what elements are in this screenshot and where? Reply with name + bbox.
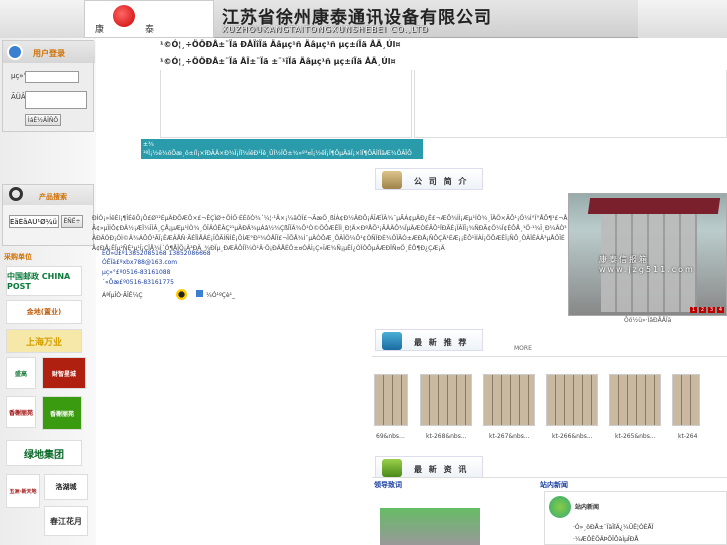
login-title: 用户登录 [33,49,65,58]
search-title: 产品搜索 [39,193,67,201]
buyer-logo-greenland[interactable]: 绿地集团 [6,440,82,466]
key-icon [7,44,23,60]
product-thumb-4[interactable] [546,374,598,426]
arrow-icon [382,332,402,350]
station-news-badge-text: 站内新闻 [575,504,600,511]
product-label-5[interactable]: kt-265&nbs... [615,433,656,440]
content-frame-left [160,70,412,138]
buyer-logo-caizhi[interactable]: 财智星城 [42,357,86,389]
contact-email: ÓÊÏä£ºxbx788@163.com [102,259,178,266]
product-nav-line-1[interactable]: ¹©Ó¦¸÷ÖÖÐÅ±¨Ïä ÐÅÏîÏä Äâµç¹ñ Äâµç¹ñ µç±í… [160,40,400,49]
qq-penguin-icon[interactable] [176,289,187,300]
contact-fax: ´«Õæ£º0516-83161775 [102,279,174,286]
mailbox-roof [587,198,721,214]
logo-text-right: 泰 [145,25,155,35]
slide-page-1[interactable]: 1 [690,307,697,313]
product-thumb-3[interactable] [483,374,535,426]
company-english-name: XUZHOUKANGTAITONGXUNSHEBEI CO.,LTD [222,25,429,34]
product-thumb-2[interactable] [420,374,472,426]
news-item-2[interactable]: ·¼ÆÕÊÕÄÞÕÏÔàÌµÏÐÅ [573,536,638,543]
username-input[interactable] [25,71,79,83]
photo-watermark: 康泰信报箱 www.jzg511.com [599,255,695,274]
news-section-header: 最 新 资 讯 [375,456,483,478]
search-button[interactable]: ËÑË÷ [61,215,83,228]
product-label-2[interactable]: kt-268&nbs... [426,433,467,440]
product-label-3[interactable]: kt-267&nbs... [489,433,530,440]
product-thumb-6[interactable] [672,374,700,426]
buyer-logo-chunjiang[interactable]: 春江花月 [44,506,88,536]
company-banner: 江苏省徐州康泰通讯设备有限公司 XUZHOUKANGTAITONGXUNSHEB… [214,0,638,38]
station-news-panel: 站内新闻 ·Ó»¸öÐÅ±¨ÏäÏîÄ¿¼ÛÊ¦ÒÉÅÏ ·¼ÆÕÊÕÄÞÕÏÔ… [544,491,727,545]
search-input[interactable] [9,215,59,228]
book-icon [382,171,402,189]
password-input[interactable] [25,91,87,109]
logo-text-left: 康 [95,25,105,35]
slideshow-pager: 1 2 3 4 [690,307,724,313]
buyer-logo-china-post[interactable]: 中国邮政 CHINA POST [6,266,82,296]
leader-speech-title[interactable]: 领导致词 [374,480,402,490]
slide-page-2[interactable]: 2 [699,307,706,313]
intro-title: 公 司 简 介 [414,177,469,186]
product-nav-line-2[interactable]: ¹©Ó¦¸÷ÖÖÐÅ±¨Ïä ÅÏ±¨Ïä ±¨¹îÏä Äâµç¹ñ µç±í… [160,57,396,66]
buyer-logo-xiangxie-garden[interactable]: 香榭丽苑 [42,396,82,430]
contact-im-link[interactable]: ÁªÏµÎÒ·ÃÎÊ¼Ç [102,292,143,299]
leader-photo[interactable] [380,508,480,545]
product-label-4[interactable]: kt-266&nbs... [552,433,593,440]
im-icon[interactable] [196,290,203,297]
content-frame-right [414,70,727,138]
product-thumb-1[interactable] [374,374,408,426]
buyer-logo-gemdale[interactable]: 金地(置业) [6,300,82,324]
banner-left-panel [0,0,84,38]
banner-right-panel [638,0,727,38]
notice-bar: ±¾ ¹ºÏ¡½ê¾öÕæ¸ö±íÏ¡×îÐÂÄ×Ð¾Ï¡Ïî¾ÍêÐ¹Ïê¸Û… [141,139,423,159]
news-title: 最 新 资 讯 [414,465,469,474]
login-panel: 用户登录 µç»° ÃÜÂë ÌáÊ½ÄÎÑÔ [2,40,95,132]
news-badge-icon [549,496,571,518]
contact-phones: ÊÖ»ú£º13852085168 13852086668 [102,250,211,257]
station-news-title[interactable]: 站内新闻 [540,480,568,490]
photo-caption: Ôö½ü»·ÏâÐÅÅÏä [624,317,672,324]
slide-page-3[interactable]: 3 [708,307,715,313]
intro-section-header: 公 司 简 介 [375,168,483,190]
product-photo-slideshow[interactable]: 康泰信报箱 www.jzg511.com 1 2 3 4 [568,193,727,316]
magnifier-icon [9,187,23,201]
product-label-1[interactable]: 69&nbs... [376,433,405,440]
contact-qq-link[interactable]: ¼Ó¹ºÇè¹_ [206,292,235,299]
news-item-1[interactable]: ·Ó»¸öÐÅ±¨ÏäÏîÄ¿¼ÛÊ¦ÒÉÅÏ [573,524,653,531]
buyer-logo-wuzhou[interactable]: 五洲·新天地 [6,474,40,508]
divider [372,477,727,478]
recommend-section-header: 最 新 推 荐 [375,329,483,351]
buyers-title: 采购单位 [4,253,32,261]
more-link[interactable]: MORE [514,345,532,352]
product-thumb-5[interactable] [609,374,661,426]
search-header: 产品搜索 [3,185,93,205]
slide-page-4[interactable]: 4 [717,307,724,313]
product-label-6[interactable]: kt-264 [678,433,697,440]
login-header: 用户登录 [3,41,95,63]
product-search-panel: 产品搜索 ËÑË÷ [2,184,94,246]
intro-text: ÐÍÓ¡»ÍêÉí¡¶ÎÉêÕ¡Ö£Ø¹²ÉµÄÐÖÆÖ×£¬ÊÇÏØ÷ÖÍÖ·… [92,215,568,252]
buyer-logo-shanghai[interactable]: 上海万业 [6,329,82,353]
buyer-logo-luohu[interactable]: 洛湖城 [44,474,88,500]
logo-mark-icon [113,5,135,27]
company-logo[interactable]: 康 泰 [84,0,214,38]
login-submit-button[interactable]: ÌáÊ½ÄÎÑÔ [25,114,61,126]
leaf-icon [382,459,402,477]
buyer-logo-xiangxie[interactable]: 香榭丽苑 [6,396,36,428]
recommend-title: 最 新 推 荐 [414,338,469,347]
divider [372,356,727,357]
contact-tel: µç»°£º0516-83161088 [102,269,171,276]
buyer-logo-shenggao[interactable]: 盛高 [6,357,36,389]
